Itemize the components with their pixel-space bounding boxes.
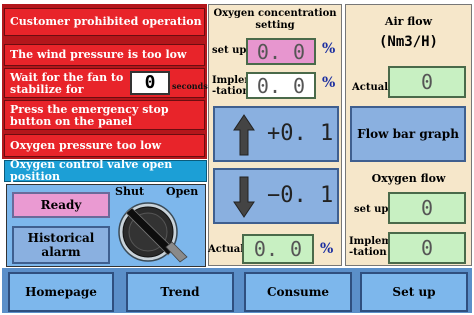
nav-trend-button[interactable]: Trend	[126, 272, 234, 312]
o2-increase-button[interactable]: +0. 1	[213, 106, 339, 162]
o2-setup-label: set up	[212, 45, 247, 56]
alarm-wait-fan: Wait for the fan to stabilize for 0 seco…	[4, 68, 208, 98]
o2-increase-label: +0. 1	[267, 121, 334, 146]
nav-consume-label: Consume	[266, 285, 330, 299]
oxygen-flow-title: Oxygen flow	[371, 172, 446, 185]
nav-homepage-label: Homepage	[25, 285, 97, 299]
alarm-wind-pressure-text: The wind pressure is too low	[10, 48, 187, 61]
shut-label: Shut	[115, 185, 145, 198]
alarm-wind-pressure: The wind pressure is too low	[4, 44, 205, 66]
oxygen-flow-impl-value: 0	[420, 236, 434, 260]
air-flow-actual-value: 0	[420, 70, 434, 94]
emergency-line2: button on the panel	[10, 115, 133, 128]
wait-seconds-unit: seconds	[172, 81, 208, 91]
alarm-oxygen-pressure: Oxygen pressure too low	[4, 134, 205, 157]
nav-trend-label: Trend	[160, 285, 200, 299]
oxygen-flow-setup-value: 0	[420, 196, 434, 220]
nav-homepage-button[interactable]: Homepage	[8, 272, 114, 312]
oxygen-flow-setup-field[interactable]: 0	[388, 192, 466, 224]
o2-impl-unit: %	[322, 75, 336, 91]
oxygen-flow-setup-label: set up	[354, 204, 389, 215]
o2-actual-label: Actual	[208, 244, 245, 255]
o2-actual-field: 0. 0	[242, 234, 314, 264]
ready-button[interactable]: Ready	[12, 192, 110, 218]
historical-alarm-label: Historical alarm	[27, 231, 95, 259]
o2-actual-unit: %	[320, 241, 334, 257]
arrow-up-icon	[233, 114, 255, 156]
status-valve-open-text: Oxygen control valve open position	[10, 158, 173, 183]
nav-setup-button[interactable]: Set up	[360, 272, 468, 312]
alarm-emergency-stop: Press the emergency stop button on the p…	[4, 100, 205, 130]
wait-seconds-value: 0	[144, 72, 156, 93]
o2-title-line1: Oxygen concentration	[213, 8, 337, 19]
ready-label: Ready	[40, 198, 82, 212]
open-label: Open	[166, 185, 199, 198]
o2-setup-field[interactable]: 0. 0	[246, 38, 316, 65]
flow-bar-graph-label: Flow bar graph	[357, 127, 459, 141]
o2-setup-value: 0. 0	[256, 39, 306, 64]
nav-consume-button[interactable]: Consume	[244, 272, 352, 312]
air-flow-title: Air flow	[384, 15, 433, 28]
o2-decrease-label: −0. 1	[267, 183, 334, 208]
o2-title-line2: setting	[255, 20, 295, 31]
o2-concentration-title: Oxygen concentration setting	[208, 8, 342, 32]
o2-decrease-button[interactable]: −0. 1	[213, 168, 339, 224]
alarm-customer-prohibited: Customer prohibited operation	[4, 8, 205, 36]
air-flow-actual-label: Actual	[352, 82, 389, 93]
o2-impl-field: 0. 0	[246, 72, 316, 99]
nav-setup-label: Set up	[392, 285, 436, 299]
knob-icon	[118, 202, 188, 263]
o2-impl-value: 0. 0	[256, 73, 306, 98]
wait-seconds-field[interactable]: 0	[130, 71, 170, 95]
valve-selector-switch[interactable]	[114, 199, 190, 263]
arrow-down-icon	[233, 176, 255, 218]
wait-fan-line2: stabilize for	[10, 83, 84, 96]
alarm-oxygen-pressure-text: Oxygen pressure too low	[10, 138, 162, 152]
o2-actual-value: 0. 0	[253, 237, 303, 261]
oxygen-flow-impl-field: 0	[388, 232, 466, 264]
air-flow-actual-field: 0	[388, 66, 466, 98]
status-valve-open: Oxygen control valve open position	[4, 158, 207, 183]
flow-bar-graph-button[interactable]: Flow bar graph	[350, 106, 466, 162]
o2-setup-unit: %	[322, 41, 336, 57]
air-flow-unit: (Nm3/H)	[378, 34, 438, 50]
alarm-customer-prohibited-text: Customer prohibited operation	[10, 15, 202, 28]
historical-alarm-button[interactable]: Historical alarm	[12, 226, 110, 264]
